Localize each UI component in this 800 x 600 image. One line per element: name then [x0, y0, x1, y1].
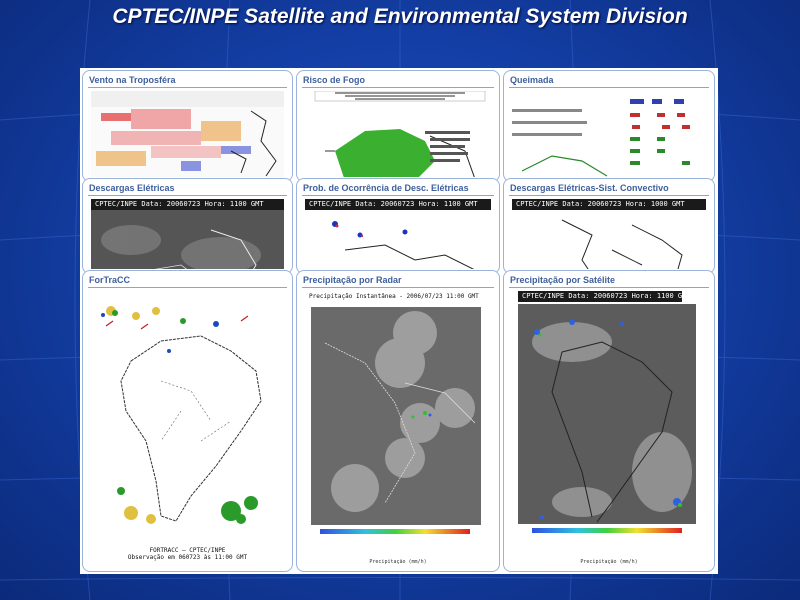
panel-title: Descargas Elétricas — [89, 183, 175, 193]
panel-queimada[interactable]: Queimada — [503, 70, 715, 182]
panel-title: Vento na Troposféra — [89, 75, 176, 85]
panel-title: ForTraCC — [89, 275, 131, 285]
scale-label: Precipitação (mm/h) — [369, 559, 427, 565]
burn-table-image — [512, 91, 706, 177]
panel-title: Precipitação por Radar — [303, 275, 402, 285]
panel-title: Descargas Elétricas-Sist. Convectivo — [510, 183, 669, 193]
fortracc-footer-title: FORTRACC — CPTEC/INPE — [149, 547, 226, 554]
panel-vento[interactable]: Vento na Troposféra — [82, 70, 293, 182]
fire-risk-map-image — [305, 91, 491, 177]
radar-precip-image: Precipitação Instantânea - 2006/07/23 11… — [305, 291, 491, 567]
panel-descargas-convectivo[interactable]: Descargas Elétricas-Sist. Convectivo CPT… — [503, 178, 715, 274]
panel-title: Queimada — [510, 75, 554, 85]
image-caption: CPTEC/INPE Data: 20060723 Hora: 1100 GMT — [91, 199, 284, 210]
divider — [88, 287, 287, 288]
panel-title: Risco de Fogo — [303, 75, 366, 85]
scale-label: Precipitação (mm/h) — [580, 559, 638, 565]
divider — [302, 287, 494, 288]
divider — [302, 195, 494, 196]
divider — [509, 195, 709, 196]
wind-map-image — [91, 91, 284, 177]
satellite-precip-image: CPTEC/INPE Data: 20060723 Hora: 1100 GMT… — [512, 291, 706, 567]
panel-descargas[interactable]: Descargas Elétricas CPTEC/INPE Data: 200… — [82, 178, 293, 274]
image-caption: Precipitação Instantânea - 2006/07/23 11… — [309, 293, 479, 300]
divider — [509, 87, 709, 88]
panel-prob-descargas[interactable]: Prob. de Ocorrência de Desc. Elétricas C… — [296, 178, 500, 274]
fortracc-map-image: FORTRACC — CPTEC/INPE Observação em 0607… — [91, 291, 284, 567]
divider — [88, 195, 287, 196]
image-caption: CPTEC/INPE Data: 20060723 Hora: 1100 GMT — [518, 291, 691, 302]
fortracc-footer-time: Observação em 060723 às 11:00 GMT — [127, 554, 248, 561]
panel-area: Vento na Troposféra Risco de Fogo Queima… — [80, 68, 718, 574]
lightning-satellite-image: CPTEC/INPE Data: 20060723 Hora: 1100 GMT — [91, 199, 284, 269]
lightning-probability-image: CPTEC/INPE Data: 20060723 Hora: 1100 GMT — [305, 199, 491, 269]
divider — [509, 287, 709, 288]
panel-title: Precipitação por Satélite — [510, 275, 616, 285]
slide-title: CPTEC/INPE Satellite and Environmental S… — [112, 5, 688, 28]
divider — [88, 87, 287, 88]
panel-risco-fogo[interactable]: Risco de Fogo — [296, 70, 500, 182]
panel-precip-radar[interactable]: Precipitação por Radar Precipitação Inst… — [296, 270, 500, 572]
image-caption: CPTEC/INPE Data: 20060723 Hora: 1100 GMT — [305, 199, 491, 210]
convective-lightning-image: CPTEC/INPE Data: 20060723 Hora: 1000 GMT — [512, 199, 706, 269]
panel-fortracc[interactable]: ForTraCC FORTRACC — CPTEC/INPE Observaçã… — [82, 270, 293, 572]
divider — [302, 87, 494, 88]
panel-precip-satelite[interactable]: Precipitação por Satélite CPTEC/INPE Dat… — [503, 270, 715, 572]
panel-title: Prob. de Ocorrência de Desc. Elétricas — [303, 183, 469, 193]
image-caption: CPTEC/INPE Data: 20060723 Hora: 1000 GMT — [512, 199, 706, 210]
